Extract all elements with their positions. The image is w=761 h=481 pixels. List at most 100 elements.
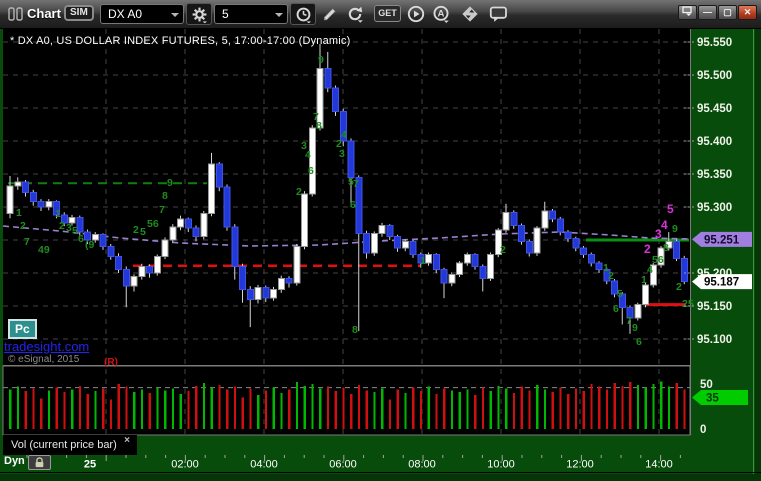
volume-bar	[528, 390, 531, 429]
volume-bar	[55, 387, 58, 429]
dyn-mode-label: Dyn	[4, 455, 25, 467]
candle	[440, 269, 448, 284]
volume-bar	[613, 383, 616, 429]
pivot-count-label: 2	[644, 242, 651, 256]
draw-tool-button[interactable]	[317, 3, 341, 25]
candle	[130, 275, 138, 287]
volume-bar	[357, 384, 361, 429]
pivot-count-label: 3	[339, 148, 345, 160]
pencil-icon	[323, 7, 336, 20]
svg-text:A: A	[438, 9, 445, 20]
candle	[45, 201, 53, 208]
volume-bar	[109, 399, 113, 429]
pivot-count-label: 8	[663, 242, 669, 254]
interval-combo-value: 5	[222, 7, 229, 21]
candle	[394, 236, 401, 249]
symbol-combo[interactable]: DX A0	[100, 4, 184, 24]
volume-bar	[311, 384, 314, 429]
volume-bar	[605, 389, 609, 429]
volume-bar	[567, 393, 570, 429]
candle	[115, 256, 122, 271]
play-button[interactable]	[404, 3, 428, 25]
symbol-settings-button[interactable]	[186, 3, 212, 25]
volume-bar	[373, 392, 376, 429]
volume-bar	[598, 386, 601, 429]
volume-bar	[86, 393, 89, 429]
volume-bar	[481, 387, 485, 429]
close-button[interactable]: ✕	[738, 5, 757, 20]
lock-button[interactable]	[28, 455, 51, 470]
refresh-icon	[348, 6, 363, 23]
pivot-count-label: 2	[500, 244, 506, 256]
volume-tick-label: 50	[700, 379, 713, 391]
auto-mode-button[interactable]: A	[429, 3, 453, 25]
chart-canvas[interactable]: 1274912 3 56 (92 55678923467892345 7681212567…	[0, 0, 761, 481]
tradesight-link[interactable]: tradesight.com	[4, 339, 89, 354]
candle	[347, 140, 355, 178]
volume-bar	[195, 385, 198, 429]
get-data-button[interactable]: GET	[374, 5, 401, 22]
price-tick-label: 95.500	[697, 70, 732, 82]
copyright-label: © eSignal, 2015	[8, 354, 80, 365]
volume-bar	[636, 384, 640, 429]
pivot-count-label: 4	[341, 129, 347, 141]
volume-bar	[652, 384, 655, 429]
candle	[6, 185, 14, 215]
volume-badge-label: 35	[706, 393, 719, 405]
volume-bar	[396, 389, 399, 429]
time-template-button[interactable]	[290, 3, 316, 25]
pivot-count-label: 1	[16, 207, 22, 219]
volume-bar	[233, 386, 237, 429]
candle	[277, 277, 285, 290]
letter-a-circle-icon: A	[433, 5, 449, 23]
time-tick-label: 08:00	[408, 459, 436, 471]
pivot-count-label: 49	[38, 244, 50, 256]
volume-bar	[644, 387, 647, 429]
volume-bar	[133, 392, 136, 429]
price-tick-label: 95.300	[697, 202, 732, 214]
pivot-count-label: 7	[159, 204, 165, 216]
chart-window: 1 2 7 49 1 2 3 5 6 (9 2 5 56 7 8 9 2 3 4 6 7 8 9 2 3 4 5 7 6 8 1 2 1 2 5 6 7…	[0, 0, 761, 481]
volume-bar	[171, 388, 175, 429]
speech-bubble-icon	[489, 6, 507, 22]
interval-combo[interactable]: 5	[214, 4, 288, 24]
price-badge-label: 95.187	[704, 277, 739, 289]
volume-bar	[249, 388, 252, 429]
volume-bar	[543, 389, 547, 429]
minimize-button[interactable]: —	[698, 5, 717, 20]
candle	[680, 257, 688, 283]
volume-bar	[520, 386, 523, 429]
candle	[673, 240, 680, 259]
volume-bar	[489, 391, 492, 429]
window-title: Chart	[27, 6, 61, 21]
volume-bar	[497, 385, 500, 429]
link-symbol-button[interactable]	[458, 3, 482, 25]
volume-bar	[427, 386, 430, 429]
candle	[463, 254, 471, 264]
candle	[448, 273, 456, 284]
price-tick-label: 95.150	[697, 301, 732, 313]
notes-button[interactable]	[486, 3, 510, 25]
reload-data-button[interactable]	[343, 3, 367, 25]
volume-bar	[621, 385, 624, 429]
candle	[456, 262, 463, 275]
volume-study-close-icon[interactable]: ×	[124, 431, 130, 451]
volume-bar	[210, 387, 213, 429]
candle	[401, 240, 409, 249]
candle	[564, 231, 572, 240]
candle	[533, 227, 541, 254]
chevron-down-icon	[171, 13, 179, 17]
volume-bar	[629, 382, 632, 429]
candle	[479, 265, 487, 279]
candle	[29, 191, 37, 203]
volume-bar	[381, 388, 384, 429]
candle	[471, 254, 479, 267]
popout-window-button[interactable]	[678, 5, 697, 20]
candle	[239, 265, 246, 290]
popout-icon	[682, 6, 692, 16]
volume-study-tab[interactable]: Vol (current price bar) ×	[3, 435, 137, 455]
diamond-arrows-icon	[462, 6, 478, 22]
volume-bar	[551, 392, 554, 429]
maximize-button[interactable]: ▢	[718, 5, 737, 20]
chart-title: * DX A0, US DOLLAR INDEX FUTURES, 5, 17:…	[10, 35, 351, 47]
